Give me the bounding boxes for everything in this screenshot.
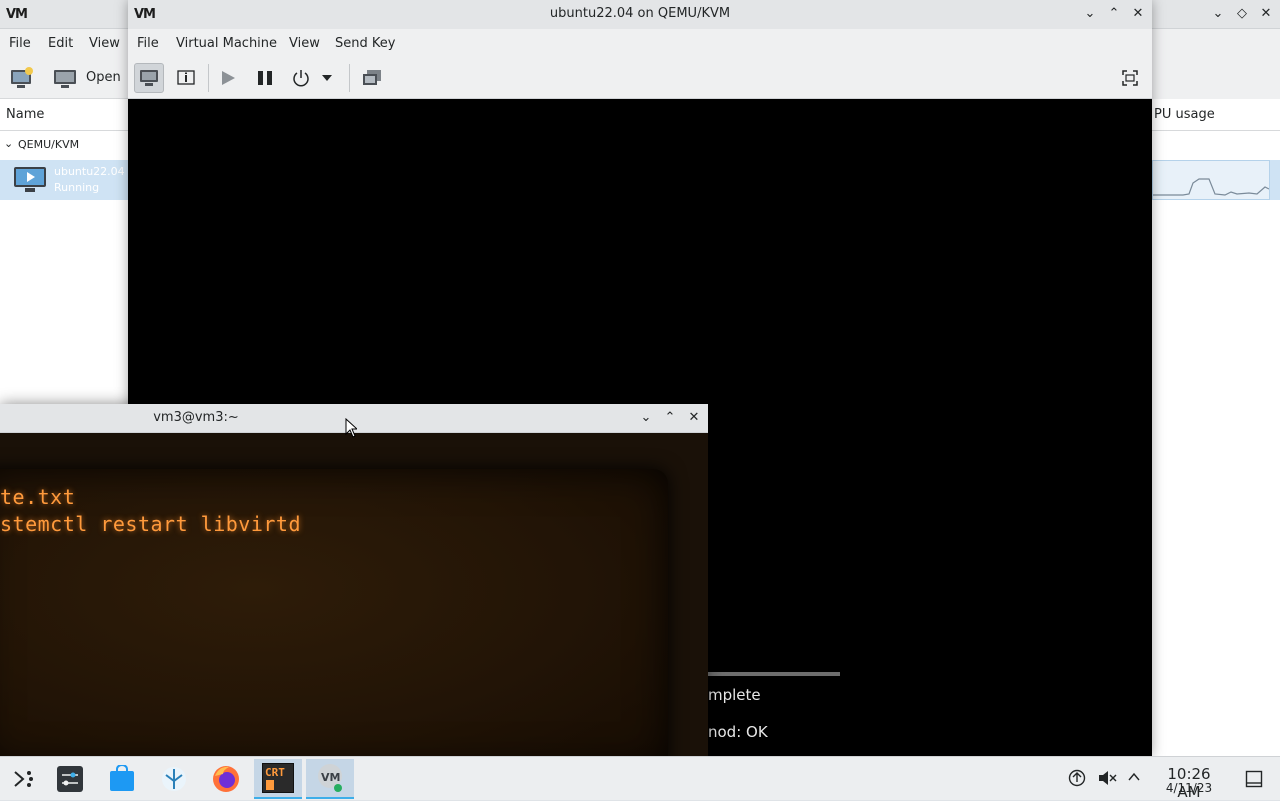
terminal-line: stemctl restart libvirtd bbox=[0, 512, 301, 536]
menu-file[interactable]: File bbox=[9, 36, 31, 51]
chevron-down-icon[interactable]: ⌄ bbox=[4, 137, 13, 150]
manager-toolbar-right bbox=[1152, 29, 1280, 99]
open-vm-button[interactable] bbox=[53, 67, 77, 93]
cpu-sparkline bbox=[1153, 178, 1270, 196]
toolbar-separator bbox=[349, 64, 350, 92]
open-button-label[interactable]: Open bbox=[86, 70, 121, 85]
task-settings[interactable] bbox=[46, 759, 94, 799]
console-titlebar[interactable]: VM ubuntu22.04 on QEMU/KVM ⌄ ⌃ ✕ bbox=[128, 0, 1152, 29]
guest-text-line: nod: OK bbox=[708, 723, 768, 741]
manager-menubar: File Edit View bbox=[0, 29, 130, 58]
mouse-cursor-icon bbox=[345, 417, 359, 442]
crt-icon-label: CRT bbox=[265, 766, 285, 779]
maximize-icon[interactable]: ⌃ bbox=[1106, 6, 1122, 22]
column-header-name[interactable]: Name bbox=[6, 107, 44, 122]
settings-icon bbox=[57, 766, 83, 792]
menu-view[interactable]: View bbox=[89, 36, 120, 51]
vm-name: ubuntu22.04 bbox=[54, 165, 125, 178]
toolbar-separator bbox=[208, 64, 209, 92]
task-app[interactable] bbox=[150, 759, 198, 799]
pause-button[interactable] bbox=[250, 63, 280, 93]
menu-file[interactable]: File bbox=[137, 36, 159, 51]
volume-muted-icon[interactable] bbox=[1097, 769, 1117, 791]
monitor-icon bbox=[54, 70, 76, 88]
minimize-icon[interactable]: ⌄ bbox=[1082, 6, 1098, 22]
connection-label: QEMU/KVM bbox=[18, 138, 80, 151]
menu-edit[interactable]: Edit bbox=[48, 36, 73, 51]
crt-screen: te.txt stemctl restart libvirtd bbox=[0, 469, 668, 756]
close-icon[interactable]: ✕ bbox=[686, 410, 702, 426]
plasma-icon bbox=[162, 767, 186, 791]
terminal-line: te.txt bbox=[0, 485, 76, 509]
show-desktop-icon[interactable] bbox=[1245, 770, 1263, 792]
task-firefox[interactable] bbox=[202, 759, 250, 799]
fullscreen-button[interactable] bbox=[1115, 63, 1145, 93]
task-discover[interactable] bbox=[98, 759, 146, 799]
show-details-button[interactable] bbox=[171, 63, 201, 93]
snapshots-button[interactable] bbox=[357, 63, 387, 93]
guest-progress-bar bbox=[708, 672, 840, 676]
run-button[interactable] bbox=[213, 63, 243, 93]
power-icon bbox=[293, 70, 309, 87]
pause-icon bbox=[258, 71, 272, 85]
snapshot-icon bbox=[363, 70, 381, 85]
virt-manager-logo-icon: VM bbox=[6, 7, 28, 22]
updates-icon[interactable] bbox=[1068, 769, 1086, 791]
taskbar: CRT VM 10:26 AM 4/11/23 bbox=[0, 756, 1280, 801]
terminal-body[interactable]: te.txt stemctl restart libvirtd bbox=[0, 433, 708, 756]
new-vm-icon bbox=[11, 67, 33, 88]
show-console-button[interactable] bbox=[134, 63, 164, 93]
console-toolbar bbox=[128, 58, 1152, 99]
maximize-icon[interactable]: ⌃ bbox=[662, 410, 678, 426]
play-icon bbox=[222, 71, 235, 85]
application-launcher-button[interactable] bbox=[0, 759, 48, 799]
console-menubar: File Virtual Machine View Send Key bbox=[128, 29, 1152, 58]
store-icon bbox=[110, 765, 134, 791]
minimize-icon[interactable]: ⌄ bbox=[1210, 6, 1226, 22]
menu-view[interactable]: View bbox=[289, 36, 320, 51]
chevron-up-icon[interactable] bbox=[1127, 770, 1141, 788]
task-cool-retro-term[interactable]: CRT bbox=[254, 759, 302, 799]
monitor-icon bbox=[140, 70, 158, 86]
menu-virtual-machine[interactable]: Virtual Machine bbox=[176, 36, 277, 51]
virt-manager-icon: VM bbox=[318, 764, 342, 792]
power-menu-button[interactable] bbox=[318, 63, 336, 93]
column-header-cpu-usage[interactable]: PU usage bbox=[1154, 107, 1215, 122]
console-title: ubuntu22.04 on QEMU/KVM bbox=[549, 6, 731, 21]
crt-app-icon: CRT bbox=[262, 763, 294, 793]
power-button[interactable] bbox=[286, 63, 316, 93]
firefox-icon bbox=[213, 766, 239, 792]
vm-status: Running bbox=[54, 181, 100, 194]
close-icon[interactable]: ✕ bbox=[1258, 6, 1274, 22]
keep-above-icon[interactable]: ◇ bbox=[1234, 6, 1250, 22]
guest-text-line: mplete bbox=[708, 686, 761, 704]
task-virt-manager[interactable]: VM bbox=[306, 759, 354, 799]
terminal-title: vm3@vm3:~ bbox=[153, 410, 239, 425]
svg-text:VM: VM bbox=[321, 771, 340, 784]
vm-running-icon bbox=[13, 166, 47, 198]
caret-down-icon bbox=[322, 75, 332, 81]
cpu-usage-graph bbox=[1152, 160, 1270, 200]
menu-send-key[interactable]: Send Key bbox=[335, 36, 395, 51]
info-icon bbox=[177, 70, 195, 85]
fullscreen-icon bbox=[1122, 70, 1138, 86]
manager-toolbar: Open bbox=[0, 58, 130, 99]
minimize-icon[interactable]: ⌄ bbox=[638, 410, 654, 426]
launcher-icon bbox=[14, 771, 33, 787]
terminal-window: vm3@vm3:~ ⌄ ⌃ ✕ te.txt stemctl restart l… bbox=[0, 404, 708, 756]
new-vm-button[interactable] bbox=[10, 67, 34, 93]
close-icon[interactable]: ✕ bbox=[1130, 6, 1146, 22]
clock-date[interactable]: 4/11/23 bbox=[1154, 781, 1224, 795]
